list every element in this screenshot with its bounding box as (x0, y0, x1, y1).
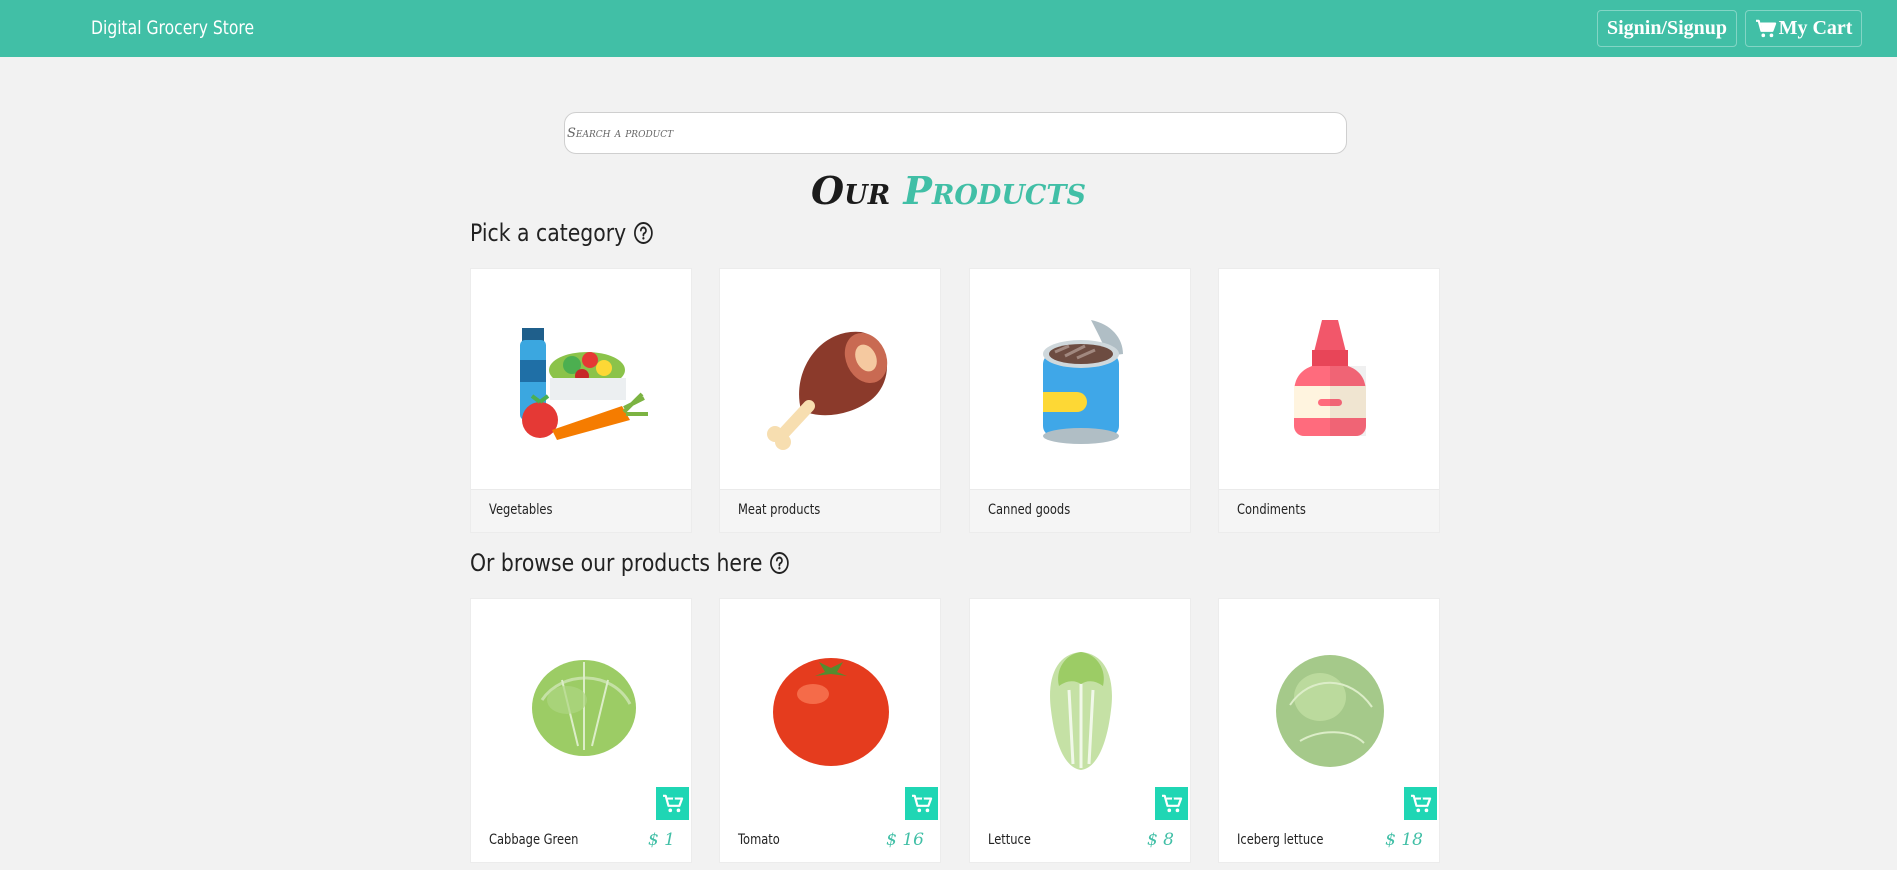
add-to-cart-button[interactable] (656, 787, 689, 820)
category-card-condiments[interactable]: Condiments (1218, 268, 1440, 533)
category-section-title: Pick a category (470, 219, 653, 247)
page-title-part-2: Products (903, 168, 1086, 213)
product-name: Cabbage Green (489, 832, 579, 848)
card-footer: Cabbage Green $ 1 (471, 820, 691, 862)
brand-name[interactable]: Digital Grocery Store (91, 17, 254, 39)
card-footer: Condiments (1219, 489, 1439, 532)
cart-plus-icon (1161, 794, 1182, 812)
product-card-iceberg-lettuce[interactable]: Iceberg lettuce $ 18 (1218, 598, 1440, 863)
page-title: Our Products (0, 168, 1897, 213)
product-price: $ 1 (647, 830, 675, 850)
my-cart-label: My Cart (1778, 17, 1853, 39)
product-card-cabbage-green[interactable]: Cabbage Green $ 1 (470, 598, 692, 863)
product-name: Lettuce (988, 832, 1031, 848)
condiments-icon (1219, 269, 1441, 491)
product-name: Iceberg lettuce (1237, 832, 1324, 848)
product-price: $ 18 (1385, 830, 1423, 850)
card-footer: Meat products (720, 489, 940, 532)
signin-signup-button[interactable]: Signin/Signup (1597, 10, 1737, 47)
cart-plus-icon (1410, 794, 1431, 812)
products-section-title: Or browse our products here (470, 549, 790, 577)
card-footer: Iceberg lettuce $ 18 (1219, 820, 1439, 862)
product-price: $ 8 (1146, 830, 1174, 850)
navbar: Digital Grocery Store Signin/Signup My C… (0, 0, 1897, 57)
category-label: Condiments (1237, 502, 1306, 518)
product-card-tomato[interactable]: Tomato $ 16 (719, 598, 941, 863)
card-footer: Lettuce $ 8 (970, 820, 1190, 862)
vegetables-icon (471, 269, 693, 491)
help-icon[interactable] (769, 551, 789, 575)
search-input[interactable] (564, 112, 1347, 154)
help-icon[interactable] (633, 221, 653, 245)
category-label: Meat products (738, 502, 821, 518)
cart-plus-icon (662, 794, 683, 812)
category-label: Vegetables (489, 502, 553, 518)
signin-signup-label: Signin/Signup (1606, 17, 1728, 39)
category-title-text: Pick a category (470, 219, 627, 247)
card-footer: Tomato $ 16 (720, 820, 940, 862)
canned-goods-icon (970, 269, 1192, 491)
my-cart-button[interactable]: My Cart (1745, 10, 1862, 47)
product-price: $ 16 (886, 830, 924, 850)
add-to-cart-button[interactable] (1155, 787, 1188, 820)
category-label: Canned goods (988, 502, 1071, 518)
products-title-text: Or browse our products here (470, 549, 763, 577)
category-card-canned-goods[interactable]: Canned goods (969, 268, 1191, 533)
add-to-cart-button[interactable] (1404, 787, 1437, 820)
category-card-meat-products[interactable]: Meat products (719, 268, 941, 533)
meat-icon (720, 269, 942, 491)
add-to-cart-button[interactable] (905, 787, 938, 820)
product-name: Tomato (738, 832, 780, 848)
page-title-part-1: Our (811, 168, 891, 213)
category-card-vegetables[interactable]: Vegetables (470, 268, 692, 533)
cart-icon (1755, 19, 1776, 37)
card-footer: Canned goods (970, 489, 1190, 532)
card-footer: Vegetables (471, 489, 691, 532)
cart-plus-icon (911, 794, 932, 812)
product-card-lettuce[interactable]: Lettuce $ 8 (969, 598, 1191, 863)
